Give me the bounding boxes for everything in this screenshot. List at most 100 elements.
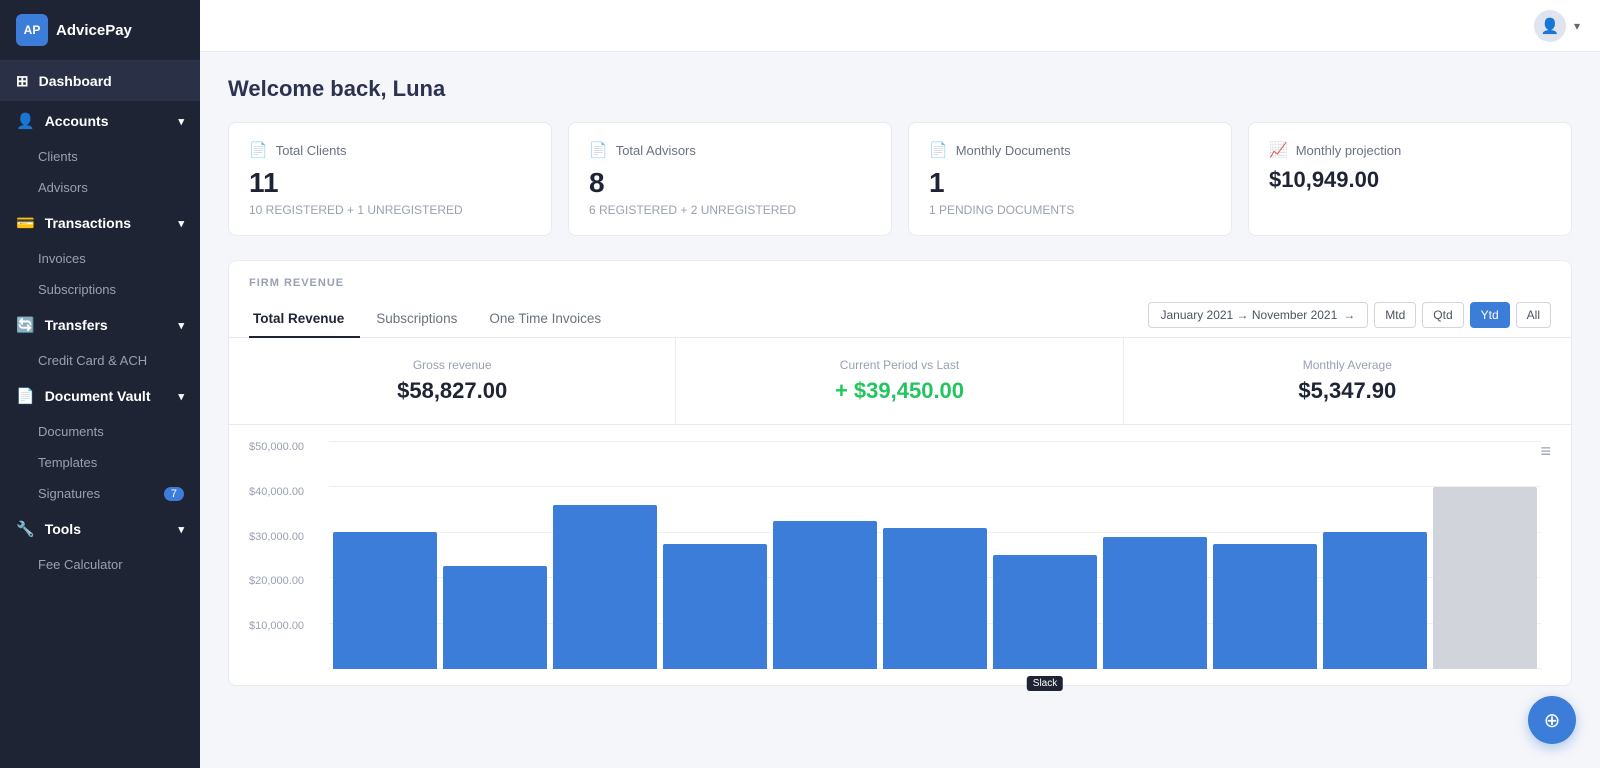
firm-revenue-section: FIRM REVENUE Total Revenue Subscriptions… xyxy=(228,260,1572,686)
advisors-card-label: Total Advisors xyxy=(616,143,696,158)
docs-card-icon: 📄 xyxy=(929,141,948,159)
sidebar-item-clients[interactable]: Clients xyxy=(0,141,200,172)
firm-revenue-label: FIRM REVENUE xyxy=(249,277,1551,289)
sidebar-item-credit-card-ach[interactable]: Credit Card & ACH xyxy=(0,345,200,376)
chevron-down-icon: ▾ xyxy=(178,523,184,536)
firm-revenue-header: FIRM REVENUE xyxy=(229,261,1571,289)
stat-card-total-advisors: 📄 Total Advisors 8 6 REGISTERED + 2 UNRE… xyxy=(568,122,892,236)
topbar-chevron-icon[interactable]: ▾ xyxy=(1574,19,1580,33)
chart-bar xyxy=(773,521,877,669)
chart-menu-icon[interactable]: ≡ xyxy=(1540,441,1551,462)
tab-subscriptions[interactable]: Subscriptions xyxy=(372,301,473,338)
chevron-down-icon: ▾ xyxy=(178,115,184,128)
sidebar-item-documents[interactable]: Documents xyxy=(0,416,200,447)
dashboard-icon: ⊞ xyxy=(16,72,29,90)
period-btn-mtd[interactable]: Mtd xyxy=(1374,302,1416,328)
sidebar-item-accounts[interactable]: 👤 Accounts ▾ xyxy=(0,101,200,141)
bar-wrapper xyxy=(443,441,547,669)
bar-wrapper xyxy=(1103,441,1207,669)
sidebar-item-subscriptions[interactable]: Subscriptions xyxy=(0,274,200,305)
sidebar-item-label: Accounts xyxy=(45,113,109,129)
avatar[interactable]: 👤 xyxy=(1534,10,1566,42)
revenue-metrics: Gross revenue $58,827.00 Current Period … xyxy=(229,338,1571,425)
metric-current-period: Current Period vs Last + $39,450.00 xyxy=(676,338,1123,424)
logo-text: AdvicePay xyxy=(56,22,132,39)
chart-bar xyxy=(883,528,987,669)
period-btn-qtd[interactable]: Qtd xyxy=(1422,302,1463,328)
docs-card-sub: 1 PENDING DOCUMENTS xyxy=(929,203,1211,217)
bar-wrapper xyxy=(1433,441,1537,669)
sidebar-item-label: Transfers xyxy=(45,317,108,333)
content-area: Welcome back, Luna 📄 Total Clients 11 10… xyxy=(200,52,1600,768)
chart-bar: Slack xyxy=(993,555,1097,669)
chevron-down-icon: ▾ xyxy=(178,217,184,230)
bar-wrapper xyxy=(1323,441,1427,669)
help-icon: ⊕ xyxy=(1544,708,1561,733)
sidebar-item-label: Document Vault xyxy=(45,388,151,404)
sidebar-item-label: Transactions xyxy=(45,215,131,231)
y-label-3: $30,000.00 xyxy=(249,531,304,543)
tab-one-time-invoices[interactable]: One Time Invoices xyxy=(485,301,617,338)
transactions-icon: 💳 xyxy=(16,214,35,232)
main-content: 👤 ▾ Welcome back, Luna 📄 Total Clients 1… xyxy=(200,0,1600,768)
y-label-5: $50,000.00 xyxy=(249,441,304,453)
document-vault-icon: 📄 xyxy=(16,387,35,405)
stat-card-monthly-projection: 📈 Monthly projection $10,949.00 xyxy=(1248,122,1572,236)
monthly-average-value: $5,347.90 xyxy=(1148,378,1547,404)
bar-wrapper xyxy=(773,441,877,669)
clients-card-icon: 📄 xyxy=(249,141,268,159)
sidebar-item-tools[interactable]: 🔧 Tools ▾ xyxy=(0,509,200,549)
projection-card-icon: 📈 xyxy=(1269,141,1288,159)
page-title: Welcome back, Luna xyxy=(228,76,1572,102)
sidebar-item-templates[interactable]: Templates xyxy=(0,447,200,478)
period-btn-all[interactable]: All xyxy=(1516,302,1551,328)
sidebar: AP AdvicePay ⊞ Dashboard 👤 Accounts ▾ Cl… xyxy=(0,0,200,768)
y-label-4: $40,000.00 xyxy=(249,486,304,498)
sidebar-item-signatures[interactable]: Signatures 7 xyxy=(0,478,200,509)
sidebar-item-transactions[interactable]: 💳 Transactions ▾ xyxy=(0,203,200,243)
chart-grid-area: Slack xyxy=(329,441,1541,669)
help-fab[interactable]: ⊕ xyxy=(1528,696,1576,744)
sidebar-item-invoices[interactable]: Invoices xyxy=(0,243,200,274)
sidebar-item-document-vault[interactable]: 📄 Document Vault ▾ xyxy=(0,376,200,416)
gross-revenue-value: $58,827.00 xyxy=(253,378,651,404)
chart-bar xyxy=(663,544,767,669)
revenue-tabs: Total Revenue Subscriptions One Time Inv… xyxy=(229,301,1571,338)
stat-cards-row: 📄 Total Clients 11 10 REGISTERED + 1 UNR… xyxy=(228,122,1572,236)
sidebar-item-fee-calculator[interactable]: Fee Calculator xyxy=(0,549,200,580)
chevron-down-icon: ▾ xyxy=(178,319,184,332)
revenue-chart: ≡ $50,000.00 $40,000.00 $30,000.00 $20,0… xyxy=(229,425,1571,685)
tab-total-revenue[interactable]: Total Revenue xyxy=(249,301,360,338)
chart-bar xyxy=(1213,544,1317,669)
advisors-card-sub: 6 REGISTERED + 2 UNREGISTERED xyxy=(589,203,871,217)
sidebar-item-dashboard[interactable]: ⊞ Dashboard xyxy=(0,61,200,101)
bar-wrapper xyxy=(883,441,987,669)
current-period-value: + $39,450.00 xyxy=(700,378,1098,404)
bar-wrapper xyxy=(333,441,437,669)
slack-tooltip: Slack xyxy=(1027,676,1063,691)
metric-gross-revenue: Gross revenue $58,827.00 xyxy=(229,338,676,424)
sidebar-item-label: Tools xyxy=(45,521,81,537)
date-range-text: January 2021 → November 2021 xyxy=(1161,308,1338,322)
transfers-icon: 🔄 xyxy=(16,316,35,334)
date-range-button[interactable]: January 2021 → November 2021 → xyxy=(1148,302,1369,328)
bar-wrapper: Slack xyxy=(993,441,1097,669)
sidebar-item-transfers[interactable]: 🔄 Transfers ▾ xyxy=(0,305,200,345)
clients-card-sub: 10 REGISTERED + 1 UNREGISTERED xyxy=(249,203,531,217)
gross-revenue-label: Gross revenue xyxy=(253,358,651,372)
projection-card-label: Monthly projection xyxy=(1296,143,1402,158)
chart-bar xyxy=(1323,532,1427,669)
logo-icon: AP xyxy=(16,14,48,46)
chart-bar xyxy=(443,566,547,669)
clients-card-value: 11 xyxy=(249,167,531,199)
bar-wrapper xyxy=(1213,441,1317,669)
arrow-icon: → xyxy=(1343,308,1355,322)
y-label-1: $10,000.00 xyxy=(249,620,304,632)
clients-card-label: Total Clients xyxy=(276,143,347,158)
y-axis-labels: $50,000.00 $40,000.00 $30,000.00 $20,000… xyxy=(249,441,304,665)
bar-wrapper xyxy=(553,441,657,669)
advisors-card-value: 8 xyxy=(589,167,871,199)
topbar: 👤 ▾ xyxy=(200,0,1600,52)
sidebar-item-advisors[interactable]: Advisors xyxy=(0,172,200,203)
period-btn-ytd[interactable]: Ytd xyxy=(1470,302,1510,328)
